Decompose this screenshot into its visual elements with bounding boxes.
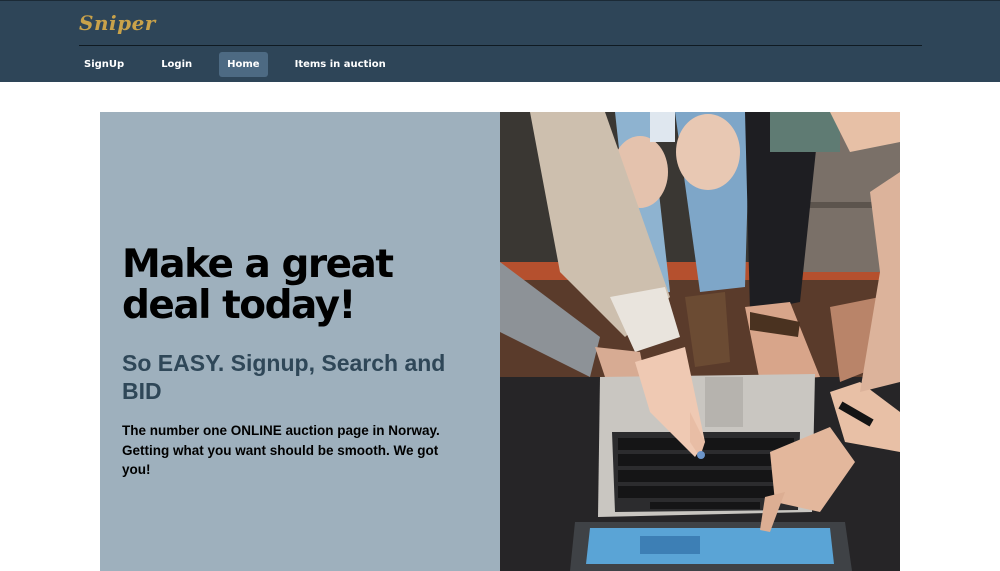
hero-section: Make a great deal today! So EASY. Signup… (100, 112, 900, 571)
nav-items-in-auction-link[interactable]: Items in auction (285, 52, 396, 77)
top-navbar: Sniper SignUp Login Home Items in auctio… (0, 0, 1000, 82)
hero-subtitle: So EASY. Signup, Search and BID (122, 350, 446, 404)
navbar-divider (79, 45, 922, 46)
nav-home-link[interactable]: Home (219, 52, 268, 77)
laptop-group-photo (500, 112, 900, 571)
nav-signup-link[interactable]: SignUp (74, 52, 134, 77)
brand-logo[interactable]: Sniper (79, 11, 156, 35)
hero-title: Make a great deal today! (122, 242, 394, 328)
hero-description: The number one ONLINE auction page in No… (122, 423, 440, 477)
nav-login-link[interactable]: Login (151, 52, 202, 77)
hero-image (500, 112, 900, 571)
main-nav: SignUp Login Home Items in auction (74, 52, 413, 77)
hero-text-panel: Make a great deal today! So EASY. Signup… (100, 112, 500, 571)
